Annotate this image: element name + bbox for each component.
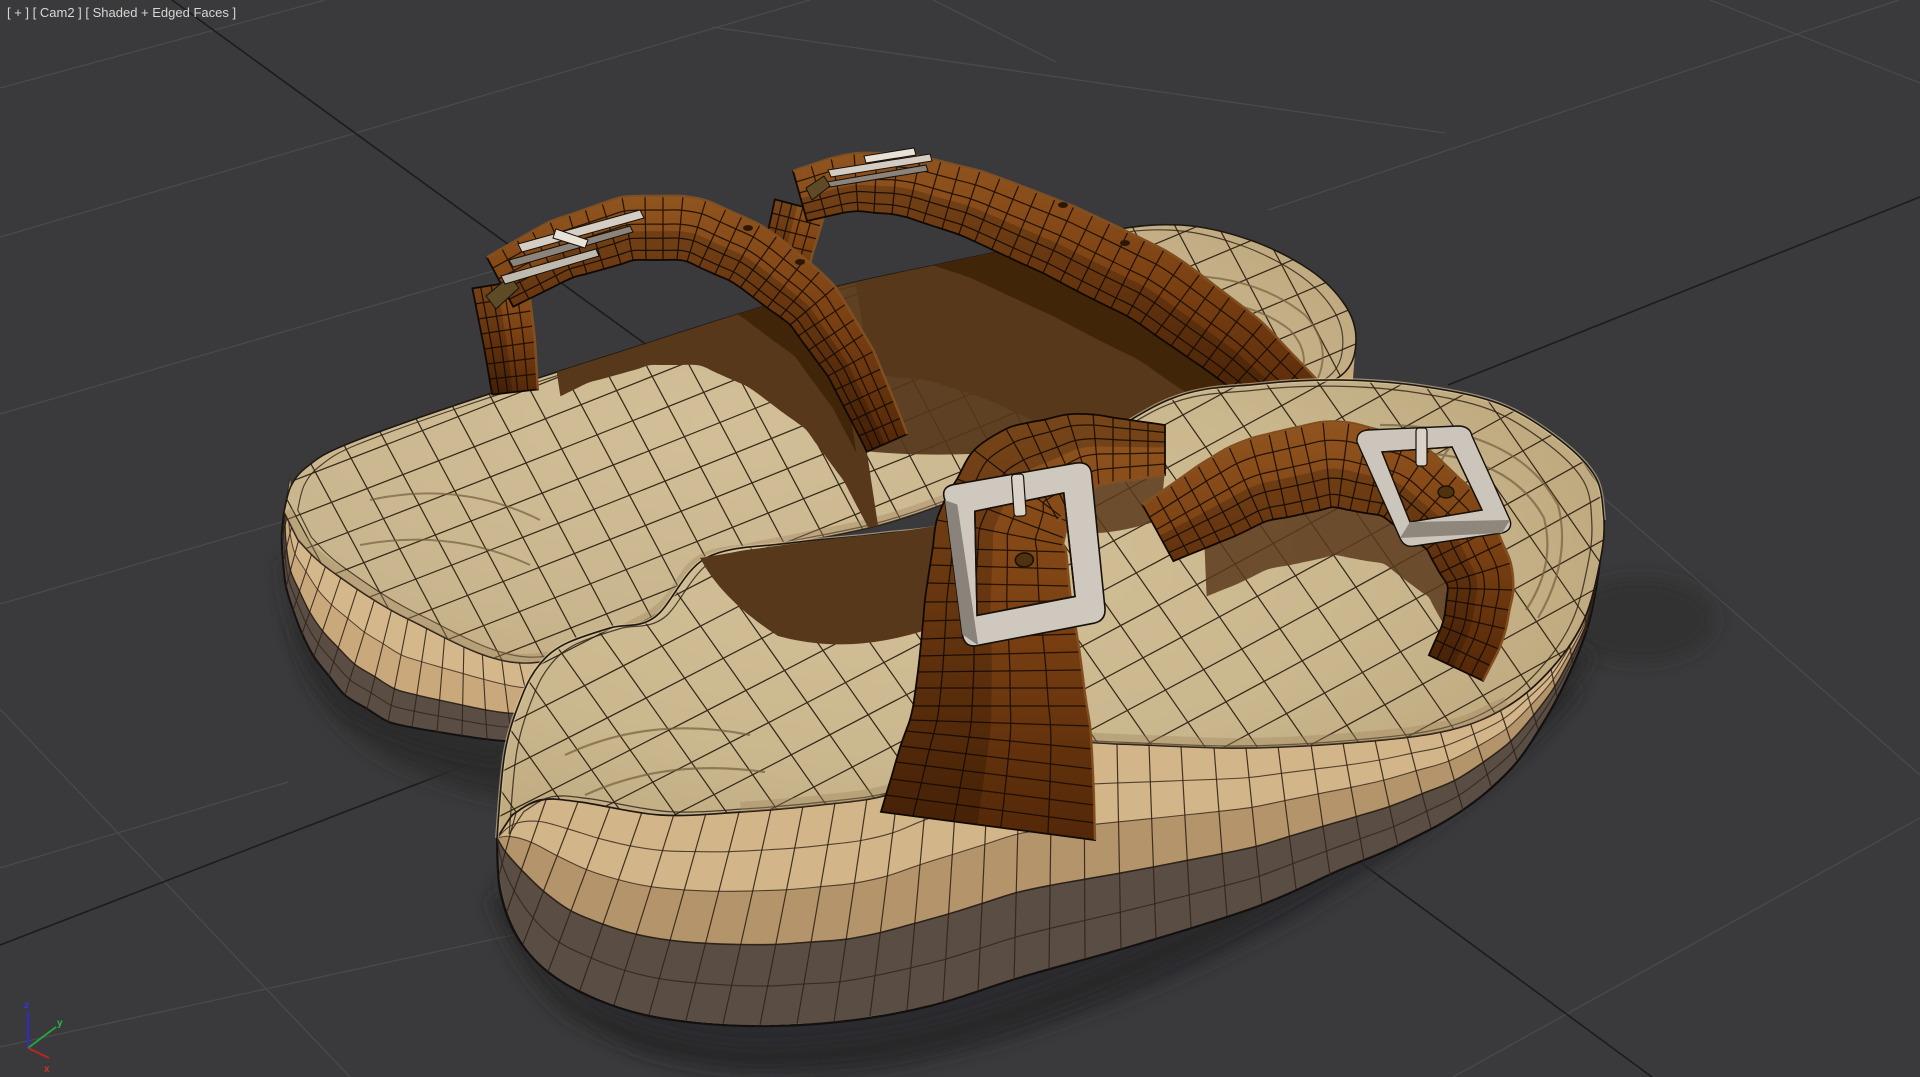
svg-text:y: y — [57, 1018, 63, 1029]
svg-text:z: z — [24, 1000, 29, 1011]
svg-text:[ + ] [ Cam2 ] [ Shaded + Edge: [ + ] [ Cam2 ] [ Shaded + Edged Faces ] — [7, 5, 236, 20]
svg-text:x: x — [44, 1064, 50, 1075]
